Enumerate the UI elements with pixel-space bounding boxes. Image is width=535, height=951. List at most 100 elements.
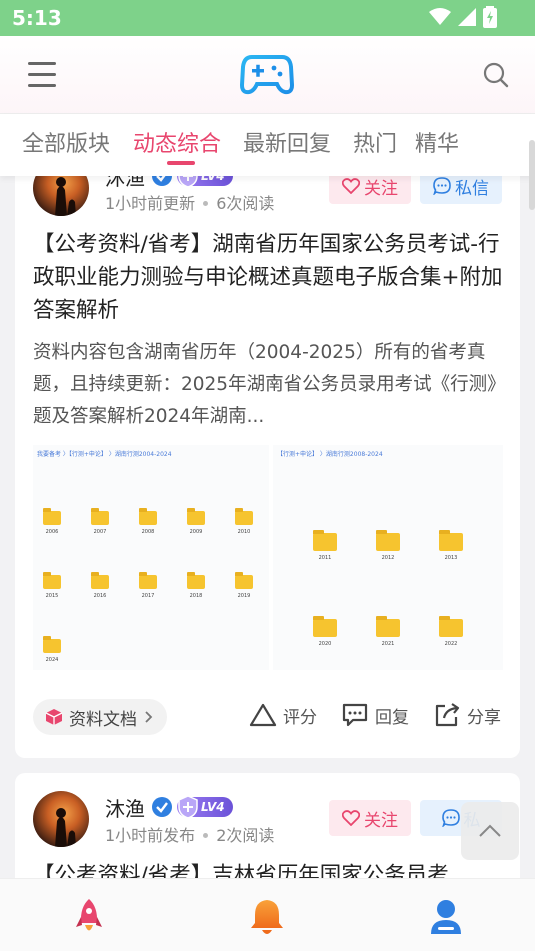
chevron-up-icon [479,824,501,837]
follow-button[interactable]: 关注 [329,800,411,836]
cube-icon [45,709,63,725]
folder-label: 2010 [237,529,251,535]
reply-label: 回复 [375,707,409,728]
folder-label: 2008 [141,529,155,535]
rocket-icon [76,899,102,931]
folder-icon [187,508,205,525]
bell-icon [251,900,283,934]
message-label: 私信 [455,178,489,199]
chevron-right-icon [145,711,153,723]
share-button[interactable]: 分享 [433,702,501,728]
folder-icon [313,530,337,551]
folder-icon [91,508,109,525]
shield-icon [178,795,198,819]
folder-icon [139,572,157,589]
rate-label: 评分 [283,707,317,728]
nav-profile[interactable] [424,895,468,939]
folder-label: 2024 [45,657,59,663]
folder-label: 2009 [189,529,203,535]
category-tag[interactable]: 资料文档 [33,699,167,735]
app-header [0,36,535,114]
post-time: 1小时前发布 [105,826,196,845]
tab-latest-replies[interactable]: 最新回复 [243,126,331,158]
folder-label: 2021 [381,641,395,647]
folder-label: 2020 [318,641,332,647]
share-label: 分享 [467,707,501,728]
read-count: 6次阅读 [216,194,275,213]
scrollbar[interactable] [529,140,535,210]
post-image-2[interactable]: 【行测+申论】 〉湖南行测2008-2024 2011 2012 2013 2020 2… [273,445,503,670]
tab-featured[interactable]: 精华 [415,126,459,158]
folder-icon [376,616,400,637]
post-meta: 1小时前更新 6次阅读 [105,190,274,214]
folder-icon [91,572,109,589]
folder-label: 2019 [237,593,251,599]
post-images: 我要备考 〉【行测+申论】 〉湖南行测2004-2024 2006 2007 200… [33,445,503,670]
folder-icon [235,572,253,589]
verified-icon [152,797,172,817]
folder-label: 2012 [381,555,395,561]
folder-icon [187,572,205,589]
folder-label: 2007 [93,529,107,535]
folder-label: 2022 [444,641,458,647]
folder-label: 2017 [141,593,155,599]
folder-label: 2018 [189,593,203,599]
search-icon[interactable] [483,62,509,88]
follow-label: 关注 [364,178,398,199]
tab-hot[interactable]: 热门 [353,126,397,158]
tabs-bar: 全部版块 动态综合 最新回复 热门 精华 [0,114,535,176]
avatar[interactable] [33,791,89,847]
image-path-text: 我要备考 〉【行测+申论】 〉湖南行测2004-2024 [37,451,172,458]
post-title[interactable]: 【公考资料/省考】湖南省历年国家公务员考试-行政职业能力测验与申论概述真题电子版… [33,228,503,327]
folder-label: 2011 [318,555,332,561]
folder-icon [235,508,253,525]
folder-icon [43,636,61,653]
folder-label: 2016 [93,593,107,599]
status-icons [429,6,497,28]
read-count: 2次阅读 [216,826,275,845]
triangle-icon [249,703,277,727]
status-time: 5:13 [12,6,62,30]
tab-indicator [167,161,195,165]
back-to-top-button[interactable] [461,802,519,860]
level-badge: LV4 [177,795,233,819]
folder-icon [139,508,157,525]
rate-button[interactable]: 评分 [249,702,317,728]
level-text: LV4 [201,800,225,814]
chat-icon [433,177,451,195]
tab-all-boards[interactable]: 全部版块 [22,126,110,158]
post-card[interactable]: 沐渔 LV4 1小时前更新 6次阅读 关注 私信 【公考资料/省考】湖南省历年国家… [15,140,520,758]
follow-label: 关注 [364,810,398,831]
folder-label: 2006 [45,529,59,535]
folder-label: 2015 [45,593,59,599]
folder-icon [376,530,400,551]
bottom-nav [0,878,535,951]
folder-icon [439,530,463,551]
folder-icon [313,616,337,637]
nav-notifications[interactable] [245,895,289,939]
post-excerpt[interactable]: 资料内容包含湖南省历年（2004-2025）所有的省考真题，且持续更新：2025… [33,337,503,433]
battery-icon [483,6,497,28]
reply-button[interactable]: 回复 [341,702,409,728]
folder-label: 2013 [444,555,458,561]
heart-icon [342,810,360,826]
menu-icon[interactable] [28,62,56,88]
category-tag-label: 资料文档 [69,709,137,730]
author-name[interactable]: 沐渔 [105,793,145,822]
post-meta: 1小时前发布 2次阅读 [105,822,274,846]
share-icon [435,703,460,727]
post-time: 1小时前更新 [105,194,196,213]
folder-icon [439,616,463,637]
folder-icon [43,508,61,525]
user-icon [431,900,461,934]
image-path-text: 【行测+申论】 〉湖南行测2008-2024 [277,451,383,458]
gamepad-icon[interactable] [240,53,294,95]
post-image-1[interactable]: 我要备考 〉【行测+申论】 〉湖南行测2004-2024 2006 2007 200… [33,445,269,670]
folder-icon [43,572,61,589]
tab-dynamic[interactable]: 动态综合 [133,126,221,158]
comment-icon [342,703,368,727]
heart-icon [342,178,360,194]
wifi-icon [429,8,451,25]
signal-icon [458,8,476,26]
nav-rocket[interactable] [67,895,111,939]
